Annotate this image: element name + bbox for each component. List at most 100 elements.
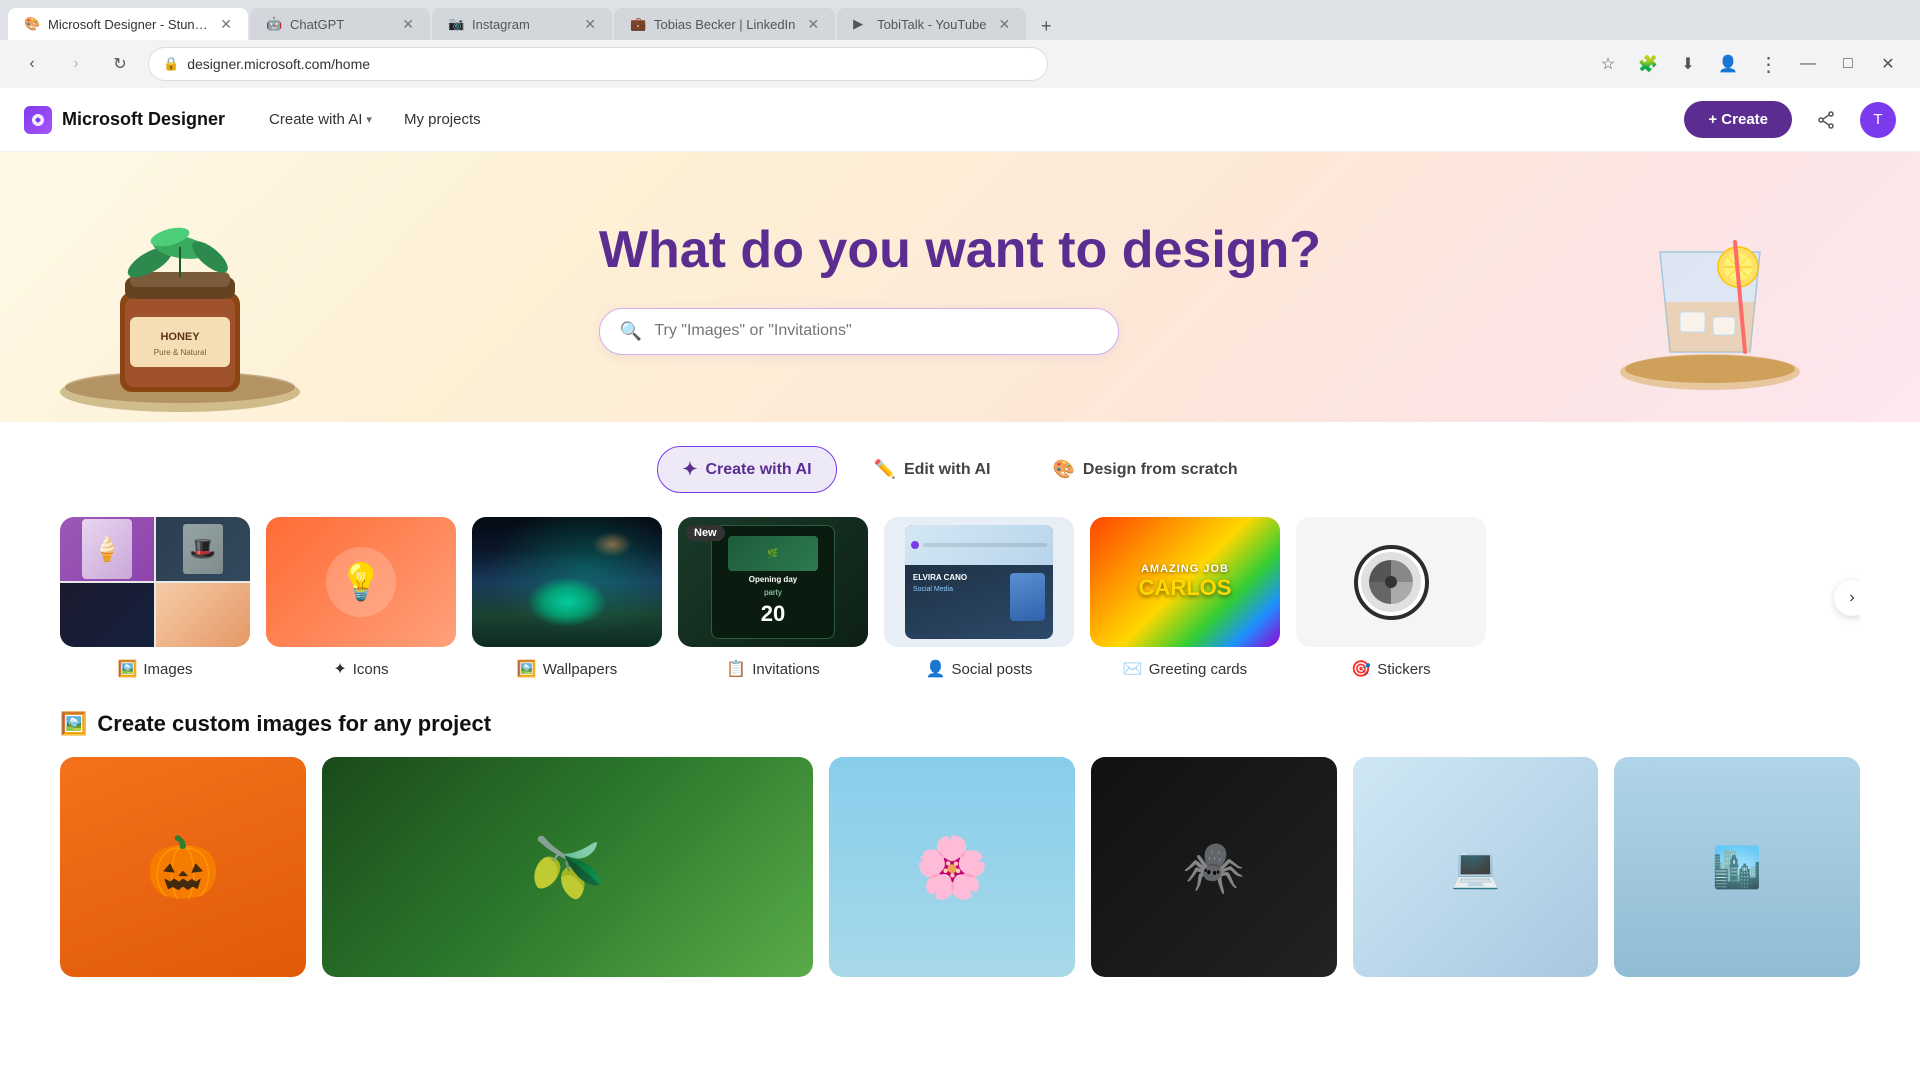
wallpapers-icon: 🖼️ [517, 659, 537, 679]
category-invitations-text: Invitations [752, 661, 820, 678]
action-tab-design-scratch[interactable]: 🎨 Design from scratch [1027, 446, 1262, 493]
create-button[interactable]: + Create [1684, 101, 1792, 138]
forward-button[interactable]: › [60, 48, 92, 80]
tab-chatgpt[interactable]: 🤖 ChatGPT ✕ [250, 8, 430, 40]
category-stickers[interactable]: 🎯 Stickers [1296, 517, 1486, 679]
custom-image-window[interactable]: 🏙️ [1614, 757, 1860, 977]
category-wallpapers-text: Wallpapers [543, 661, 617, 678]
custom-images-title-text: Create custom images for any project [97, 711, 491, 737]
nav-create-with-ai[interactable]: Create with AI ▾ [257, 103, 384, 136]
tab-title-instagram: Instagram [472, 17, 572, 32]
design-icon: 🎨 [1052, 459, 1074, 480]
greeting-cards-icon: ✉️ [1123, 659, 1143, 679]
tab-bar: 🎨 Microsoft Designer - Stunning... ✕ 🤖 C… [0, 0, 1920, 40]
custom-image-halloween[interactable]: 🎃 [60, 757, 306, 977]
scroll-right-arrow[interactable]: › [1834, 580, 1860, 616]
back-button[interactable]: ‹ [16, 48, 48, 80]
custom-image-spiderweb[interactable]: 🕷️ [1091, 757, 1337, 977]
hero-decoration-left: HONEY Pure & Natural [30, 162, 330, 422]
category-wallpapers-label: 🖼️ Wallpapers [517, 659, 617, 679]
custom-image-sombrero[interactable]: 🌸 [829, 757, 1075, 977]
category-wallpapers-thumbnail [472, 517, 662, 647]
category-social-posts[interactable]: ELVIRA CANO Social Media 👤 Social posts [884, 517, 1074, 679]
category-invitations-label: 📋 Invitations [726, 659, 819, 679]
category-stickers-label: 🎯 Stickers [1351, 659, 1430, 679]
hero-title: What do you want to design? [599, 220, 1321, 280]
url-text: designer.microsoft.com/home [187, 56, 1033, 72]
category-wallpapers[interactable]: 🖼️ Wallpapers [472, 517, 662, 679]
sparkle-icon: ✦ [682, 459, 697, 480]
tab-youtube[interactable]: ▶ TobiTalk - YouTube ✕ [837, 8, 1026, 40]
hero-search-input[interactable] [654, 322, 1098, 340]
action-tab-create-ai-label: Create with AI [705, 461, 811, 479]
invitations-icon: 📋 [726, 659, 746, 679]
action-tab-edit-ai[interactable]: ✏️ Edit with AI [849, 446, 1016, 493]
tab-favicon-youtube: ▶ [853, 16, 869, 32]
browser-chrome: 🎨 Microsoft Designer - Stunning... ✕ 🤖 C… [0, 0, 1920, 88]
category-invitations-thumbnail: 🌿 Opening day party 20 New [678, 517, 868, 647]
category-social-posts-label: 👤 Social posts [926, 659, 1033, 679]
profile-icon[interactable]: 👤 [1712, 48, 1744, 80]
nav-my-projects[interactable]: My projects [392, 103, 493, 136]
minimize-button[interactable]: — [1792, 48, 1824, 80]
category-invitations[interactable]: 🌿 Opening day party 20 New 📋 Invitations [678, 517, 868, 679]
extension-icon[interactable]: 🧩 [1632, 48, 1664, 80]
tab-favicon-linkedin: 💼 [630, 16, 646, 32]
tab-favicon-instagram: 📷 [448, 16, 464, 32]
menu-dots-icon[interactable]: ⋮ [1752, 48, 1784, 80]
page-content: Microsoft Designer Create with AI ▾ My p… [0, 88, 1920, 1080]
lightbulb-decoration: 💡 [326, 547, 396, 617]
hero-search-icon: 🔍 [620, 321, 642, 342]
category-greeting-cards[interactable]: AMAZING JOB CARLOS ✉️ Greeting cards [1090, 517, 1280, 679]
share-icon[interactable] [1808, 102, 1844, 138]
reload-button[interactable]: ↻ [104, 48, 136, 80]
tab-close-youtube[interactable]: ✕ [999, 16, 1011, 33]
custom-images-icon: 🖼️ [60, 711, 87, 737]
maximize-button[interactable]: □ [1832, 48, 1864, 80]
custom-images-title: 🖼️ Create custom images for any project [60, 711, 1860, 737]
tab-close-designer[interactable]: ✕ [220, 16, 232, 33]
category-icons-text: Icons [353, 661, 389, 678]
categories-section: 🍦 🎩 🖼️ Images [0, 517, 1920, 711]
category-social-posts-text: Social posts [952, 661, 1033, 678]
category-icons-label: ✦ Icons [333, 659, 388, 679]
hero-decoration-right [1580, 172, 1840, 402]
nav-create-ai-label: Create with AI [269, 111, 362, 128]
svg-text:HONEY: HONEY [160, 331, 200, 343]
tab-close-chatgpt[interactable]: ✕ [402, 16, 414, 33]
download-icon[interactable]: ⬇ [1672, 48, 1704, 80]
tab-title-linkedin: Tobias Becker | LinkedIn [654, 17, 795, 32]
hero-search-bar[interactable]: 🔍 [599, 308, 1119, 355]
bookmark-icon[interactable]: ☆ [1592, 48, 1624, 80]
category-images[interactable]: 🍦 🎩 🖼️ Images [60, 517, 250, 679]
category-icons-thumbnail: 💡 [266, 517, 456, 647]
tab-linkedin[interactable]: 💼 Tobias Becker | LinkedIn ✕ [614, 8, 835, 40]
category-icons[interactable]: 💡 ✦ Icons [266, 517, 456, 679]
user-avatar[interactable]: T [1860, 102, 1896, 138]
custom-images-section: 🖼️ Create custom images for any project … [0, 711, 1920, 1009]
custom-image-olives[interactable]: 🫒 [322, 757, 813, 977]
action-tab-create-ai[interactable]: ✦ Create with AI [657, 446, 836, 493]
tab-close-instagram[interactable]: ✕ [584, 16, 596, 33]
category-images-text: Images [143, 661, 192, 678]
url-bar[interactable]: 🔒 designer.microsoft.com/home [148, 47, 1048, 81]
social-posts-icon: 👤 [926, 659, 946, 679]
action-tab-design-scratch-label: Design from scratch [1083, 461, 1238, 479]
tab-instagram[interactable]: 📷 Instagram ✕ [432, 8, 612, 40]
action-tab-edit-ai-label: Edit with AI [904, 461, 991, 479]
new-tab-button[interactable]: + [1032, 12, 1060, 40]
brand[interactable]: Microsoft Designer [24, 106, 225, 134]
close-window-button[interactable]: ✕ [1872, 48, 1904, 80]
action-tabs: ✦ Create with AI ✏️ Edit with AI 🎨 Desig… [0, 422, 1920, 517]
category-stickers-thumbnail [1296, 517, 1486, 647]
tab-close-linkedin[interactable]: ✕ [807, 16, 819, 33]
nav-links: Create with AI ▾ My projects [257, 103, 493, 136]
custom-images-grid: 🎃 🫒 🌸 🕷️ 💻 🏙️ [60, 757, 1860, 977]
navbar: Microsoft Designer Create with AI ▾ My p… [0, 88, 1920, 152]
edit-icon: ✏️ [874, 459, 896, 480]
address-actions: ☆ 🧩 ⬇ 👤 ⋮ — □ ✕ [1592, 48, 1904, 80]
category-greeting-cards-text: Greeting cards [1149, 661, 1247, 678]
custom-image-tech[interactable]: 💻 [1353, 757, 1599, 977]
tab-microsoft-designer[interactable]: 🎨 Microsoft Designer - Stunning... ✕ [8, 8, 248, 40]
category-scroll: 🍦 🎩 🖼️ Images [60, 517, 1860, 679]
